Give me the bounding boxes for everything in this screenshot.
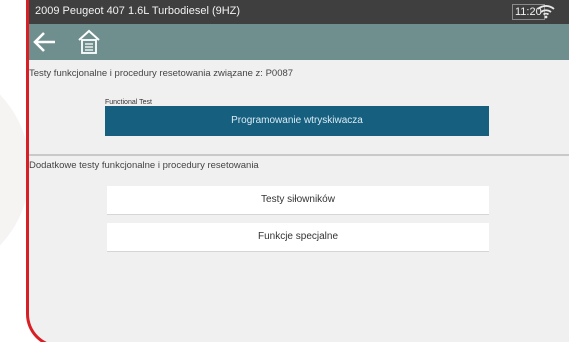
device-frame: 2009 Peugeot 407 1.6L Turbodiesel (9HZ) … (26, 0, 569, 342)
toolbar (29, 24, 569, 60)
injector-programming-button[interactable]: Programowanie wtryskiwacza (105, 106, 489, 136)
status-bar: 2009 Peugeot 407 1.6L Turbodiesel (9HZ) … (29, 0, 569, 24)
home-icon[interactable] (77, 29, 101, 55)
back-arrow-icon[interactable] (31, 31, 59, 53)
special-functions-button[interactable]: Funkcje specjalne (107, 223, 489, 252)
wifi-icon (537, 5, 555, 19)
related-tests-heading: Testy funkcjonalne i procedury resetowan… (29, 68, 294, 79)
section-divider (29, 154, 569, 156)
functional-test-caption: Functional Test (105, 99, 152, 106)
actuator-tests-button[interactable]: Testy siłowników (107, 186, 489, 215)
page: 2009 Peugeot 407 1.6L Turbodiesel (9HZ) … (0, 0, 569, 342)
vehicle-title: 2009 Peugeot 407 1.6L Turbodiesel (9HZ) (35, 5, 241, 17)
additional-tests-heading: Dodatkowe testy funkcjonalne i procedury… (29, 160, 259, 171)
